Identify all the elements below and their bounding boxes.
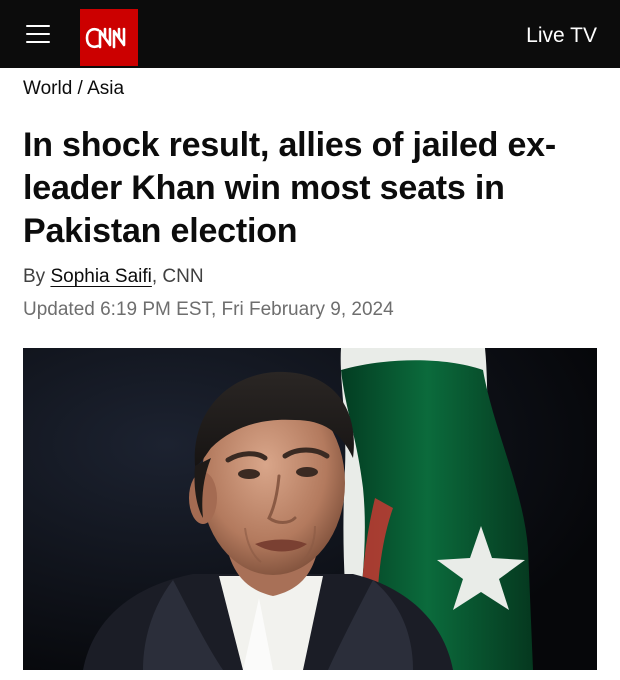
cnn-logo-mark: [85, 27, 126, 48]
hero-image[interactable]: [23, 348, 597, 670]
live-tv-link[interactable]: Live TV: [526, 24, 597, 48]
byline-prefix: By: [23, 266, 51, 287]
hamburger-menu-icon[interactable]: [22, 20, 56, 48]
breadcrumb-world-link[interactable]: World: [23, 78, 72, 99]
portrait-photo: [23, 348, 597, 670]
byline-source: , CNN: [151, 266, 204, 287]
article-byline: By Sophia Saifi, CNN: [23, 265, 204, 289]
breadcrumb: World / Asia: [23, 77, 124, 101]
breadcrumb-separator: /: [72, 78, 88, 99]
article-headline: In shock result, allies of jailed ex-lea…: [23, 126, 557, 250]
author-link[interactable]: Sophia Saifi: [50, 266, 151, 287]
cnn-logo[interactable]: [80, 9, 138, 66]
top-navigation-bar: Live TV: [0, 0, 620, 68]
breadcrumb-asia-link[interactable]: Asia: [87, 78, 124, 99]
article-timestamp: Updated 6:19 PM EST, Fri February 9, 202…: [23, 299, 394, 320]
